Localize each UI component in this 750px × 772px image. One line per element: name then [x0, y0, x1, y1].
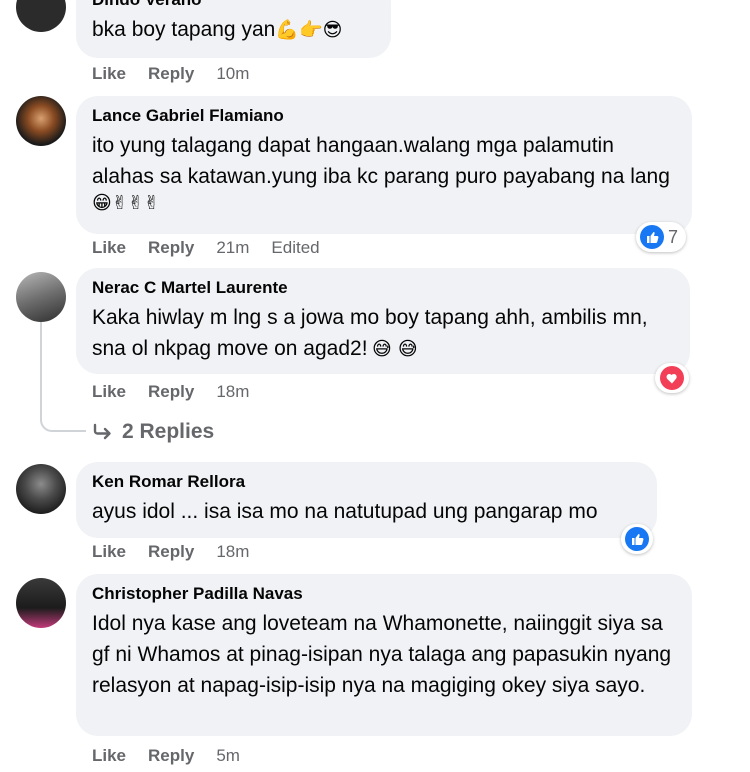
comment-text: bka boy tapang yan: [92, 18, 276, 41]
timestamp[interactable]: 10m: [216, 64, 249, 84]
emoji: 😁✌✌✌: [92, 192, 160, 214]
comment-actions: Like Reply 10m: [92, 64, 249, 84]
edited-label[interactable]: Edited: [271, 238, 319, 258]
like-button[interactable]: Like: [92, 238, 126, 258]
like-button[interactable]: Like: [92, 64, 126, 84]
comment-bubble: Dindo Verano bka boy tapang yan💪👉😎: [76, 0, 391, 58]
comment-text: ayus idol ... isa isa mo na natutupad un…: [92, 500, 598, 523]
comment-author[interactable]: Ken Romar Rellora: [92, 472, 641, 492]
comment-bubble: Ken Romar Rellora ayus idol ... isa isa …: [76, 462, 657, 538]
comment-bubble: Nerac C Martel Laurente Kaka hiwlay m ln…: [76, 268, 690, 374]
comment-actions: Like Reply 18m: [92, 382, 249, 402]
reply-button[interactable]: Reply: [148, 238, 194, 258]
thread-connector: [40, 400, 86, 432]
comment-actions: Like Reply 21m Edited: [92, 238, 320, 258]
reaction-summary[interactable]: [621, 524, 653, 554]
like-reaction-icon: [625, 527, 649, 551]
timestamp[interactable]: 18m: [216, 542, 249, 562]
like-button[interactable]: Like: [92, 382, 126, 402]
reply-button[interactable]: Reply: [148, 382, 194, 402]
comment-text: Idol nya kase ang loveteam na Whamonette…: [92, 612, 672, 697]
comment-actions: Like Reply 18m: [92, 542, 249, 562]
emoji: 😅 😅: [372, 338, 418, 360]
avatar[interactable]: [16, 0, 66, 32]
reaction-summary[interactable]: 7: [636, 222, 687, 252]
like-button[interactable]: Like: [92, 542, 126, 562]
reaction-summary[interactable]: [655, 363, 689, 393]
comment-bubble: Lance Gabriel Flamiano ito yung talagang…: [76, 96, 692, 234]
comment-author[interactable]: Dindo Verano: [92, 0, 375, 10]
comment-actions: Like Reply 5m: [92, 746, 240, 766]
comment-author[interactable]: Christopher Padilla Navas: [92, 584, 676, 604]
avatar[interactable]: [16, 96, 66, 146]
like-reaction-icon: [640, 225, 664, 249]
reply-arrow-icon: [93, 423, 111, 440]
reaction-count: 7: [668, 226, 679, 247]
emoji: 💪👉😎: [275, 19, 343, 41]
avatar[interactable]: [16, 464, 66, 514]
comment-author[interactable]: Lance Gabriel Flamiano: [92, 106, 676, 126]
reply-button[interactable]: Reply: [148, 542, 194, 562]
love-reaction-icon: [660, 366, 684, 390]
comment-text: ito yung talagang dapat hangaan.walang m…: [92, 134, 670, 188]
comment-bubble: Christopher Padilla Navas Idol nya kase …: [76, 574, 692, 736]
timestamp[interactable]: 18m: [216, 382, 249, 402]
comment-text: Kaka hiwlay m lng s a jowa mo boy tapang…: [92, 306, 648, 360]
reply-button[interactable]: Reply: [148, 746, 194, 766]
timestamp[interactable]: 5m: [216, 746, 240, 766]
avatar[interactable]: [16, 272, 66, 322]
view-replies-link[interactable]: 2 Replies: [92, 420, 214, 444]
thread-line: [40, 322, 42, 412]
avatar[interactable]: [16, 578, 66, 628]
reply-button[interactable]: Reply: [148, 64, 194, 84]
comment-author[interactable]: Nerac C Martel Laurente: [92, 278, 674, 298]
like-button[interactable]: Like: [92, 746, 126, 766]
replies-count[interactable]: 2 Replies: [122, 420, 214, 444]
timestamp[interactable]: 21m: [216, 238, 249, 258]
